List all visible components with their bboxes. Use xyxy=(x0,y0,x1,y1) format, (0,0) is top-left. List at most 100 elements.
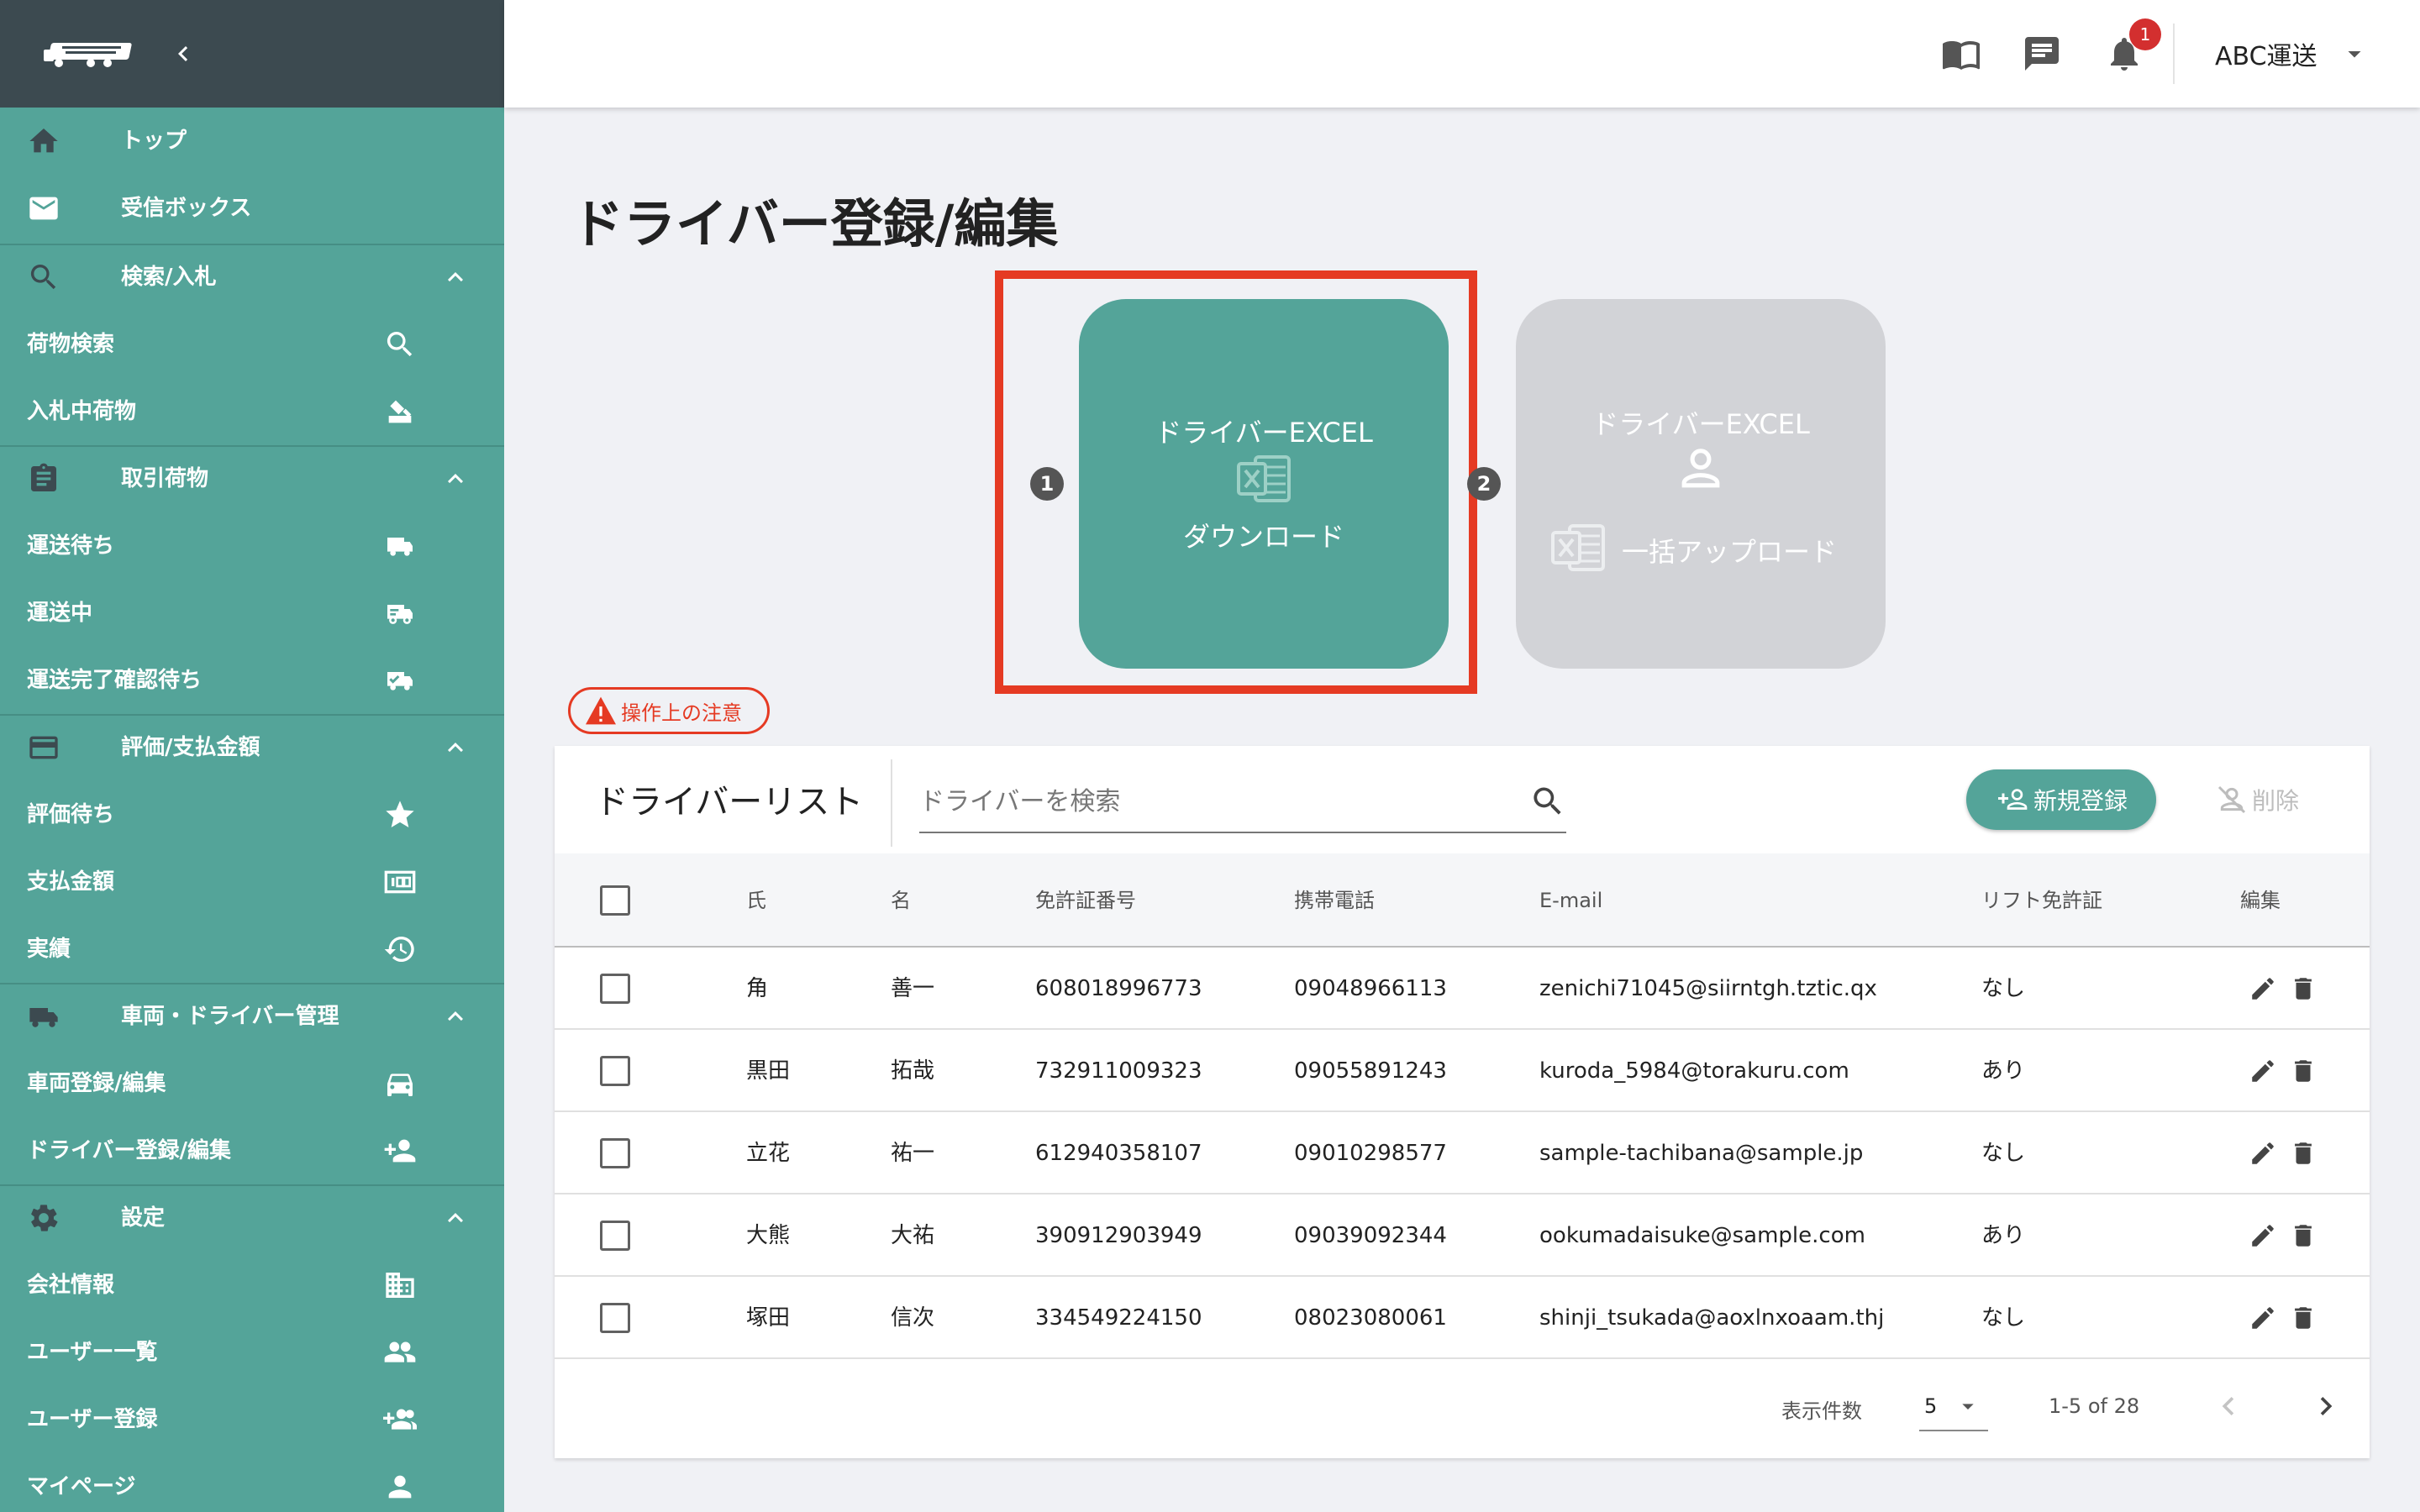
gear-icon xyxy=(31,1205,58,1231)
edit-icon[interactable] xyxy=(2249,1221,2277,1250)
page-range: 1-5 of 28 xyxy=(2049,1394,2140,1418)
cell-lift: なし xyxy=(1981,976,2026,1001)
sidebar-item-vehicle-edit[interactable]: 車両登録/編集 xyxy=(0,1050,504,1117)
operation-notice-button[interactable]: 操作上の注意 xyxy=(568,687,770,734)
chat-icon[interactable] xyxy=(2022,34,2062,74)
table-row[interactable]: 角 善一 608018996773 09048966113 zenichi710… xyxy=(555,948,2370,1030)
trash-icon[interactable] xyxy=(2289,1304,2317,1332)
top-app-bar: 1 ABC運送 xyxy=(504,0,2420,108)
column-header-mobile[interactable]: 携帯電話 xyxy=(1294,853,1375,948)
sidebar-item-user-list[interactable]: ユーザー一覧 xyxy=(0,1319,504,1386)
select-all-checkbox[interactable] xyxy=(600,885,630,916)
person-icon xyxy=(388,1475,412,1499)
sidebar-item-awaiting-transport[interactable]: 運送待ち xyxy=(0,512,504,580)
chevron-up-icon[interactable] xyxy=(440,464,471,494)
sidebar-group-settings[interactable]: 設定 xyxy=(0,1184,504,1252)
sidebar-item-cargo-search[interactable]: 荷物検索 xyxy=(0,311,504,378)
chevron-up-icon[interactable] xyxy=(440,732,471,763)
group-add-icon xyxy=(383,1409,417,1430)
page-title: ドライバー登録/編集 xyxy=(571,193,1059,255)
edit-icon[interactable] xyxy=(2249,1057,2277,1085)
collapse-sidebar-icon[interactable] xyxy=(168,39,198,69)
table-row[interactable]: 黒田 拓哉 732911009323 09055891243 kuroda_59… xyxy=(555,1030,2370,1112)
sidebar-item-label: 受信ボックス xyxy=(121,196,252,221)
step-number-2: 2 xyxy=(1467,467,1501,501)
sidebar-item-inbox[interactable]: 受信ボックス xyxy=(0,175,504,242)
header-divider xyxy=(2173,24,2175,84)
history-icon xyxy=(384,936,414,962)
trash-icon[interactable] xyxy=(2289,1139,2317,1168)
column-header-email[interactable]: E-mail xyxy=(1539,853,1602,948)
sidebar-group-search[interactable]: 検索/入札 xyxy=(0,244,504,311)
row-checkbox[interactable] xyxy=(600,1221,630,1251)
sidebar-item-label: 運送完了確認待ち xyxy=(27,668,203,693)
excel-icon xyxy=(1551,524,1605,571)
excel-bulk-upload-button[interactable]: ドライバーEXCEL 一括アップロード xyxy=(1516,299,1886,669)
sidebar-item-awaiting-rating[interactable]: 評価待ち xyxy=(0,781,504,848)
driver-list-card: ドライバーリスト 新規登録 削除 氏 名 免許証番号 携帯電話 E-mail リ… xyxy=(555,746,2370,1458)
next-page-icon[interactable] xyxy=(2307,1388,2344,1425)
driver-search-input[interactable] xyxy=(919,781,1507,822)
previous-page-icon[interactable] xyxy=(2210,1388,2247,1425)
edit-icon[interactable] xyxy=(2249,974,2277,1003)
edit-icon[interactable] xyxy=(2249,1304,2277,1332)
trash-icon[interactable] xyxy=(2289,1221,2317,1250)
sidebar-group-transactions[interactable]: 取引荷物 xyxy=(0,445,504,512)
cell-email: ookumadaisuke@sample.com xyxy=(1539,1223,1865,1248)
table-row[interactable]: 立花 祐一 612940358107 09010298577 sample-ta… xyxy=(555,1112,2370,1194)
sidebar-item-label: 車両登録/編集 xyxy=(27,1071,166,1096)
car-icon xyxy=(387,1074,413,1096)
driver-search xyxy=(919,769,1566,833)
cell-license: 334549224150 xyxy=(1035,1305,1202,1331)
chevron-up-icon[interactable] xyxy=(440,262,471,292)
sidebar-item-label: 検索/入札 xyxy=(121,265,217,290)
table-row[interactable]: 塚田 信次 334549224150 08023080061 shinji_ts… xyxy=(555,1277,2370,1359)
sidebar-group-vehicle-driver[interactable]: 車両・ドライバー管理 xyxy=(0,983,504,1050)
cell-phone: 08023080061 xyxy=(1294,1305,1447,1331)
chevron-up-icon[interactable] xyxy=(440,1001,471,1032)
sidebar-item-bidding-cargo[interactable]: 入札中荷物 xyxy=(0,378,504,445)
sidebar-item-in-transit[interactable]: 運送中 xyxy=(0,580,504,647)
new-registration-button[interactable]: 新規登録 xyxy=(1966,769,2156,830)
person-add-icon xyxy=(384,1139,416,1163)
sidebar-item-user-register[interactable]: ユーザー登録 xyxy=(0,1386,504,1453)
new-registration-label: 新規登録 xyxy=(2033,787,2128,815)
sidebar-item-company-info[interactable]: 会社情報 xyxy=(0,1252,504,1319)
column-header-license-number[interactable]: 免許証番号 xyxy=(1035,853,1136,948)
row-checkbox[interactable] xyxy=(600,974,630,1004)
cell-license: 612940358107 xyxy=(1035,1141,1202,1166)
column-header-first-name[interactable]: 名 xyxy=(891,853,911,948)
pagination: 表示件数 5 1-5 of 28 xyxy=(555,1361,2370,1458)
column-header-last-name[interactable]: 氏 xyxy=(746,853,766,948)
row-checkbox[interactable] xyxy=(600,1056,630,1086)
delete-button[interactable]: 削除 xyxy=(2215,780,2299,820)
excel-download-button[interactable]: ドライバーEXCEL ダウンロード xyxy=(1079,299,1449,669)
column-header-lift-license[interactable]: リフト免許証 xyxy=(1981,853,2102,948)
cell-lift: なし xyxy=(1981,1141,2026,1166)
sidebar-item-completion-check[interactable]: 運送完了確認待ち xyxy=(0,647,504,714)
sidebar-item-payment-amount[interactable]: 支払金額 xyxy=(0,848,504,916)
cell-first-name: 大祐 xyxy=(891,1223,935,1248)
sidebar-group-rating-payment[interactable]: 評価/支払金額 xyxy=(0,714,504,781)
sidebar-item-top[interactable]: トップ xyxy=(0,108,504,175)
company-menu[interactable]: ABC運送 xyxy=(2215,30,2370,77)
sidebar-item-driver-edit[interactable]: ドライバー登録/編集 xyxy=(0,1117,504,1184)
sidebar-item-label: 会社情報 xyxy=(27,1273,115,1298)
table-row[interactable]: 大熊 大祐 390912903949 09039092344 ookumadai… xyxy=(555,1194,2370,1277)
sidebar-item-mypage[interactable]: マイページ xyxy=(0,1453,504,1512)
row-checkbox[interactable] xyxy=(600,1303,630,1333)
search-icon[interactable] xyxy=(1529,783,1566,820)
sidebar-item-history[interactable]: 実績 xyxy=(0,916,504,983)
sidebar-item-label: 支払金額 xyxy=(27,869,115,895)
cell-lift: あり xyxy=(1981,1058,2026,1084)
trash-icon[interactable] xyxy=(2289,974,2317,1003)
book-icon[interactable] xyxy=(1941,34,1981,74)
row-checkbox[interactable] xyxy=(600,1138,630,1168)
card-title: ドライバーEXCEL xyxy=(1155,417,1373,449)
edit-icon[interactable] xyxy=(2249,1139,2277,1168)
rows-per-page-select[interactable]: 5 xyxy=(1919,1384,1988,1431)
sidebar-item-label: 評価待ち xyxy=(27,802,115,827)
trash-icon[interactable] xyxy=(2289,1057,2317,1085)
cell-license: 390912903949 xyxy=(1035,1223,1202,1248)
chevron-up-icon[interactable] xyxy=(440,1203,471,1233)
